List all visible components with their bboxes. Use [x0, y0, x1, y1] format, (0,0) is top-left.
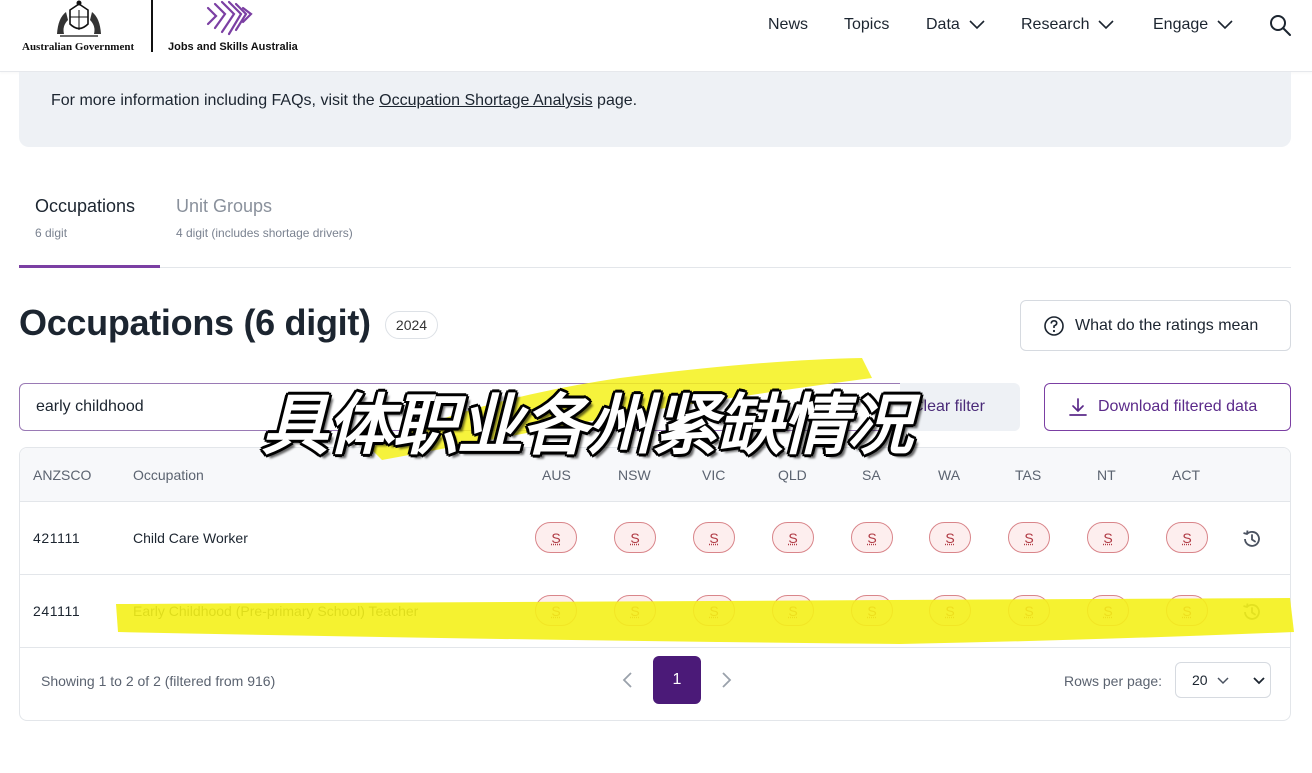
rows-per-page-select[interactable]: 20	[1175, 662, 1271, 698]
nav-topics[interactable]: Topics	[844, 14, 889, 36]
rating-badge-nt[interactable]: S	[1087, 595, 1129, 626]
video-caption-overlay: 具体职业各州紧缺情况	[262, 387, 913, 464]
rating-badge-aus[interactable]: S	[535, 522, 577, 553]
rating-badge-nsw[interactable]: S	[614, 595, 656, 626]
coat-of-arms-icon	[57, 0, 101, 37]
occupation-name[interactable]: Early Childhood (Pre-primary School) Tea…	[133, 603, 418, 619]
occupations-table: ANZSCO Occupation AUS NSW VIC QLD SA WA …	[19, 447, 1291, 721]
chevron-down-icon	[1098, 20, 1115, 30]
nav-news-label: News	[768, 16, 809, 33]
header-anzsco[interactable]: ANZSCO	[33, 467, 91, 483]
logo-divider	[151, 0, 153, 52]
clear-filter-label: Clear filter	[912, 398, 985, 415]
rows-per-page-value: 20	[1192, 672, 1208, 688]
chevron-left-icon[interactable]	[617, 668, 639, 692]
nav-research-label: Research	[1021, 16, 1090, 33]
header-wa[interactable]: WA	[938, 467, 960, 483]
ratings-info-button[interactable]: What do the ratings mean	[1020, 300, 1291, 351]
tab-unit-groups-subtitle: 4 digit (includes shortage drivers)	[176, 226, 353, 240]
active-tab-indicator	[19, 265, 160, 268]
rows-per-page-label: Rows per page:	[1064, 673, 1163, 689]
header-nsw[interactable]: NSW	[618, 467, 651, 483]
rating-badge-nt[interactable]: S	[1087, 522, 1129, 553]
table-row: 241111 Early Childhood (Pre-primary Scho…	[20, 575, 1290, 648]
rating-badge-tas[interactable]: S	[1008, 522, 1050, 553]
occupation-name[interactable]: Child Care Worker	[133, 530, 248, 546]
history-icon[interactable]	[1241, 601, 1263, 623]
question-circle-icon	[1044, 315, 1064, 336]
rating-badge-qld[interactable]: S	[772, 595, 814, 626]
jsa-logo[interactable]: Jobs and Skills Australia	[168, 0, 298, 54]
jsa-wordmark: Jobs and Skills Australia	[168, 41, 298, 53]
anzsco-code: 241111	[33, 603, 81, 619]
government-wordmark: Australian Government	[22, 41, 135, 53]
chevron-down-icon	[1217, 677, 1229, 685]
anzsco-code: 421111	[33, 530, 81, 546]
search-icon[interactable]	[1268, 13, 1292, 37]
nav-data[interactable]: Data	[926, 14, 986, 36]
tabs-divider	[19, 267, 1291, 268]
chevron-right-icon[interactable]	[715, 668, 737, 692]
table-row: 421111 Child Care Worker S S S S S S S S…	[20, 502, 1290, 575]
rating-badge-sa[interactable]: S	[851, 522, 893, 553]
header-aus[interactable]: AUS	[542, 467, 571, 483]
ratings-button-label: What do the ratings mean	[1075, 316, 1259, 334]
rating-badge-act[interactable]: S	[1166, 595, 1208, 626]
history-icon[interactable]	[1241, 528, 1263, 550]
jsa-chevrons-icon	[206, 0, 253, 36]
info-banner: For more information including FAQs, vis…	[19, 72, 1291, 147]
header-act[interactable]: ACT	[1172, 467, 1200, 483]
occupation-shortage-analysis-link[interactable]: Occupation Shortage Analysis	[379, 92, 592, 109]
rating-badge-tas[interactable]: S	[1008, 595, 1050, 626]
site-header: Australian Government Jobs and Skills Au…	[0, 0, 1312, 72]
rating-badge-nsw[interactable]: S	[614, 522, 656, 553]
nav-research[interactable]: Research	[1021, 14, 1115, 36]
header-sa[interactable]: SA	[862, 467, 881, 483]
header-qld[interactable]: QLD	[778, 467, 807, 483]
rating-badge-sa[interactable]: S	[851, 595, 893, 626]
rating-badge-act[interactable]: S	[1166, 522, 1208, 553]
tab-occupations[interactable]: Occupations 6 digit	[35, 196, 135, 240]
rating-badge-aus[interactable]: S	[535, 595, 577, 626]
chevron-down-icon	[969, 20, 985, 30]
rating-badge-vic[interactable]: S	[693, 522, 735, 553]
download-icon	[1069, 398, 1087, 416]
chevron-down-icon	[1253, 677, 1265, 685]
nav-data-label: Data	[926, 16, 960, 33]
nav-topics-label: Topics	[844, 16, 890, 33]
rating-badge-qld[interactable]: S	[772, 522, 814, 553]
tab-unit-groups-title: Unit Groups	[176, 196, 273, 216]
year-badge: 2024	[385, 311, 438, 339]
chevron-down-icon	[1217, 20, 1233, 30]
download-button-label: Download filtered data	[1098, 398, 1258, 415]
tab-occupations-title: Occupations	[35, 196, 136, 216]
rating-badge-vic[interactable]: S	[693, 595, 735, 626]
info-text: For more information including FAQs, vis…	[51, 92, 637, 110]
nav-engage-label: Engage	[1153, 16, 1209, 33]
rating-badge-wa[interactable]: S	[929, 522, 971, 553]
info-suffix: page.	[592, 92, 638, 109]
nav-engage[interactable]: Engage	[1153, 14, 1234, 36]
header-occupation[interactable]: Occupation	[133, 467, 204, 483]
download-filtered-data-button[interactable]: Download filtered data	[1044, 383, 1291, 431]
page-button-current[interactable]: 1	[653, 656, 701, 704]
results-summary: Showing 1 to 2 of 2 (filtered from 916)	[41, 673, 276, 689]
clear-filter-button[interactable]: Clear filter	[900, 383, 1020, 431]
tab-occupations-subtitle: 6 digit	[35, 226, 68, 240]
header-nt[interactable]: NT	[1097, 467, 1116, 483]
info-prefix: For more information including FAQs, vis…	[51, 92, 380, 109]
australian-government-logo[interactable]: Australian Government	[22, 0, 136, 54]
header-vic[interactable]: VIC	[702, 467, 725, 483]
header-tas[interactable]: TAS	[1015, 467, 1041, 483]
tab-unit-groups[interactable]: Unit Groups 4 digit (includes shortage d…	[176, 196, 353, 240]
rating-badge-wa[interactable]: S	[929, 595, 971, 626]
nav-news[interactable]: News	[768, 14, 808, 36]
page-title: Occupations (6 digit)	[19, 302, 371, 343]
